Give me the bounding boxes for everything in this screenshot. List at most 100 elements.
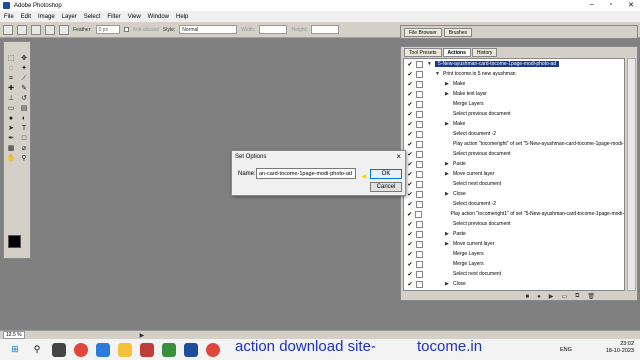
language-indicator[interactable]: ENG xyxy=(560,347,572,353)
system-clock[interactable]: 23:02 18-10-2023 xyxy=(606,341,634,355)
action-row[interactable]: ✔ Play action "tocomeright1" of set "5-Ne… xyxy=(404,209,624,219)
dialog-toggle-icon[interactable] xyxy=(416,60,423,68)
add-selection-icon[interactable] xyxy=(31,24,41,35)
check-icon[interactable]: ✔ xyxy=(404,271,416,278)
tab-brushes[interactable]: Brushes xyxy=(443,28,473,37)
lasso-icon[interactable]: ◌ xyxy=(5,64,17,73)
status-arrow-icon[interactable]: ▶ xyxy=(140,332,145,339)
check-icon[interactable]: ✔ xyxy=(404,81,416,88)
feather-input[interactable]: 0 px xyxy=(95,25,120,34)
style-select[interactable]: Normal xyxy=(179,25,238,34)
action-row[interactable]: ✔ ▼ Print tocome.in 5 new ayushman xyxy=(404,69,624,79)
record-icon[interactable]: ● xyxy=(537,294,541,300)
type-icon[interactable]: T xyxy=(18,124,30,133)
menu-file[interactable]: File xyxy=(4,14,14,20)
zoom-icon[interactable]: ⚲ xyxy=(18,154,30,163)
dialog-toggle-icon[interactable] xyxy=(416,100,423,108)
marquee-tool-icon[interactable] xyxy=(3,24,13,35)
app-icon-2[interactable] xyxy=(140,342,154,357)
dialog-toggle-icon[interactable] xyxy=(416,220,423,228)
expand-triangle-icon[interactable]: ▶ xyxy=(445,161,453,167)
action-row[interactable]: ✔Select document -2 xyxy=(404,289,624,292)
dialog-toggle-icon[interactable] xyxy=(416,280,423,288)
eraser-icon[interactable]: ▭ xyxy=(5,104,17,113)
blur-icon[interactable]: ● xyxy=(5,114,17,123)
action-row[interactable]: ✔Select document -2 xyxy=(404,129,624,139)
marquee-icon[interactable]: ⬚ xyxy=(5,54,17,63)
new-action-icon[interactable]: ⧉ xyxy=(575,293,579,300)
check-icon[interactable]: ✔ xyxy=(404,111,416,118)
anti-aliased-checkbox[interactable] xyxy=(123,27,129,32)
dialog-close-icon[interactable]: × xyxy=(396,152,401,161)
new-selection-icon[interactable] xyxy=(17,24,27,35)
windows-start-icon[interactable]: ⊞ xyxy=(8,343,22,357)
dialog-toggle-icon[interactable] xyxy=(416,90,423,98)
file-explorer-icon[interactable] xyxy=(118,342,132,357)
dialog-toggle-icon[interactable] xyxy=(415,210,423,218)
dialog-toggle-icon[interactable] xyxy=(416,200,423,208)
action-row[interactable]: ✔ Select next document xyxy=(404,179,624,189)
new-set-icon[interactable]: ▭ xyxy=(561,293,567,300)
check-icon[interactable]: ✔ xyxy=(404,131,416,138)
expand-triangle-icon[interactable]: ▶ xyxy=(445,171,453,177)
intersect-selection-icon[interactable] xyxy=(59,24,69,35)
action-row[interactable]: ✔ ▶ Move current layer xyxy=(404,239,624,249)
dodge-icon[interactable]: ◐ xyxy=(18,114,30,123)
check-icon[interactable]: ✔ xyxy=(404,71,416,78)
crop-icon[interactable]: ⌗ xyxy=(5,74,17,83)
dialog-toggle-icon[interactable] xyxy=(416,140,423,148)
play-icon[interactable]: ▶ xyxy=(549,293,554,300)
delete-icon[interactable]: 🗑 xyxy=(587,293,595,300)
minimize-icon[interactable]: – xyxy=(590,1,594,9)
task-view-icon[interactable] xyxy=(52,342,66,357)
dialog-toggle-icon[interactable] xyxy=(416,291,423,292)
app-icon-3[interactable] xyxy=(162,342,176,357)
action-row[interactable]: ✔ ▶ Move current layer xyxy=(404,169,624,179)
action-row[interactable]: ✔Select document -2 xyxy=(404,199,624,209)
menu-edit[interactable]: Edit xyxy=(21,14,31,20)
subtract-selection-icon[interactable] xyxy=(45,24,55,35)
tab-file-browser[interactable]: File Browser xyxy=(404,28,442,37)
dialog-toggle-icon[interactable] xyxy=(416,170,423,178)
dialog-toggle-icon[interactable] xyxy=(416,80,423,88)
expand-triangle-icon[interactable]: ▶ xyxy=(445,91,453,97)
tab-actions[interactable]: Actions xyxy=(442,48,471,57)
menu-select[interactable]: Select xyxy=(84,14,101,20)
search-icon[interactable]: ⚲ xyxy=(30,343,44,357)
app-icon-1[interactable] xyxy=(96,342,110,357)
dialog-toggle-icon[interactable] xyxy=(416,270,423,278)
expand-triangle-icon[interactable]: ▶ xyxy=(445,281,453,287)
check-icon[interactable]: ✔ xyxy=(404,201,416,208)
action-row[interactable]: ✔ Select previous document xyxy=(404,149,624,159)
check-icon[interactable]: ✔ xyxy=(404,261,416,268)
action-row[interactable]: ✔ ▶ Make xyxy=(404,119,624,129)
height-input[interactable] xyxy=(311,25,340,34)
eyedropper-icon[interactable]: ⌀ xyxy=(18,144,30,153)
expand-triangle-icon[interactable]: ▶ xyxy=(445,121,453,127)
expand-triangle-icon[interactable]: ▼ xyxy=(427,61,435,67)
action-row[interactable]: ✔ ▶ Paste xyxy=(404,229,624,239)
tab-history[interactable]: History xyxy=(471,48,498,57)
action-row[interactable]: ✔ Play action "tocomeright" of set "5-New… xyxy=(404,139,624,149)
magic-wand-icon[interactable]: ✦ xyxy=(18,64,30,73)
stamp-icon[interactable]: ⊥ xyxy=(5,94,17,103)
brush-icon[interactable]: ✎ xyxy=(18,84,30,93)
slice-icon[interactable]: ⟋ xyxy=(18,74,30,83)
move-icon[interactable]: ✥ xyxy=(18,54,30,63)
menu-image[interactable]: Image xyxy=(38,14,55,20)
dialog-toggle-icon[interactable] xyxy=(416,180,423,188)
check-icon[interactable]: ✔ xyxy=(404,241,416,248)
dialog-toggle-icon[interactable] xyxy=(416,130,423,138)
foreground-color-swatch[interactable] xyxy=(8,235,21,248)
check-icon[interactable]: ✔ xyxy=(404,251,416,258)
history-brush-icon[interactable]: ↺ xyxy=(18,94,30,103)
notes-icon[interactable]: ▦ xyxy=(5,144,17,153)
chrome-icon[interactable] xyxy=(74,342,88,357)
action-row[interactable]: ✔ ▶ Close xyxy=(404,279,624,289)
healing-icon[interactable]: ✚ xyxy=(5,84,17,93)
gradient-icon[interactable]: ▤ xyxy=(18,104,30,113)
hand-icon[interactable]: ✋ xyxy=(5,154,17,163)
action-row[interactable]: ✔ Select next document xyxy=(404,269,624,279)
dialog-toggle-icon[interactable] xyxy=(416,70,423,78)
ok-button[interactable]: OK xyxy=(370,169,402,179)
